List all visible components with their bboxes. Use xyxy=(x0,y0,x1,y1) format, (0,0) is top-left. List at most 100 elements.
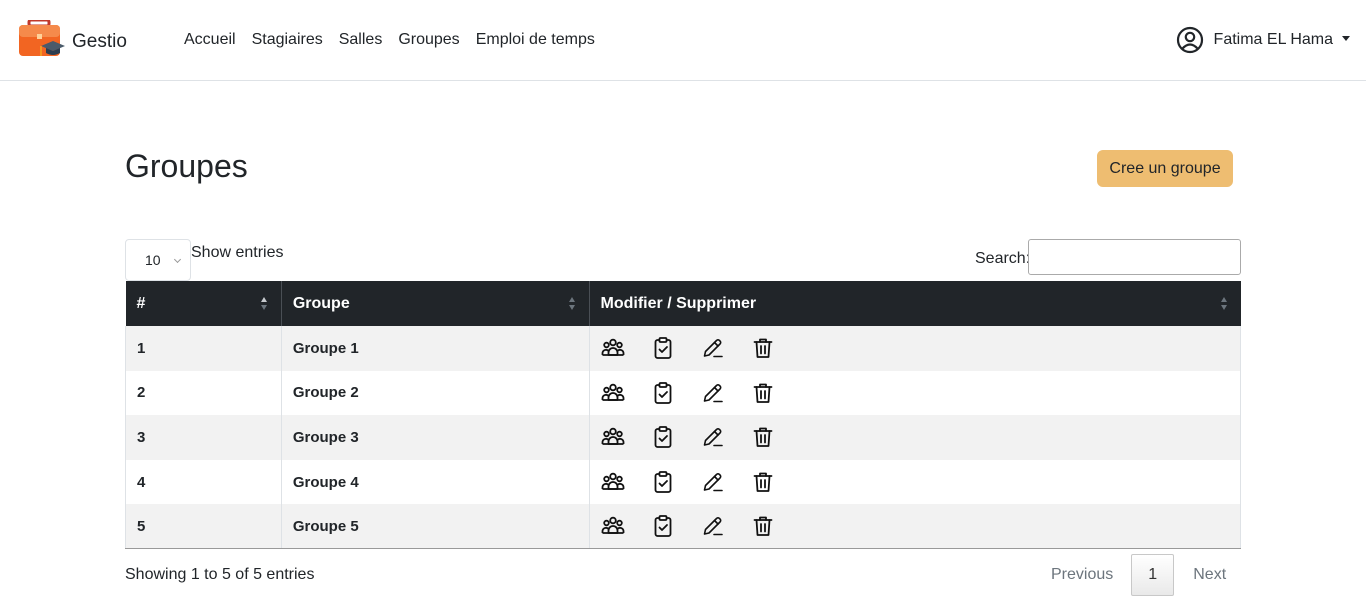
nav-link-salles[interactable]: Salles xyxy=(339,31,383,49)
cell-number: 5 xyxy=(125,504,282,550)
cell-actions xyxy=(589,459,1242,505)
members-button[interactable] xyxy=(601,513,651,539)
table-row: 4 Groupe 4 xyxy=(125,459,1242,505)
entries-length-select[interactable]: 10 xyxy=(125,239,191,281)
cell-actions xyxy=(589,415,1242,460)
user-menu[interactable]: Fatima EL Hama xyxy=(1176,26,1350,54)
trash-icon xyxy=(751,514,775,538)
edit-button[interactable] xyxy=(701,380,751,406)
user-circle-icon xyxy=(1176,26,1204,54)
row-actions xyxy=(601,469,1229,495)
cell-number: 2 xyxy=(125,370,282,416)
people-icon xyxy=(601,336,625,360)
nav-link-accueil[interactable]: Accueil xyxy=(184,31,236,49)
edit-button[interactable] xyxy=(701,469,751,495)
page-1-button[interactable]: 1 xyxy=(1131,554,1175,596)
sort-icon xyxy=(568,297,576,311)
clipboard-check-icon xyxy=(651,470,675,494)
cell-actions xyxy=(589,370,1242,416)
trash-icon xyxy=(751,336,775,360)
nav-link-stagiaires[interactable]: Stagiaires xyxy=(252,31,323,49)
briefcase-graduation-logo-icon xyxy=(19,18,65,64)
row-actions xyxy=(601,424,1229,450)
pencil-icon xyxy=(701,336,725,360)
people-icon xyxy=(601,425,625,449)
user-name: Fatima EL Hama xyxy=(1213,31,1333,48)
page-title: Groupes xyxy=(125,148,248,184)
nav-link-groupes[interactable]: Groupes xyxy=(398,31,459,49)
cell-groupe: Groupe 1 xyxy=(281,326,590,371)
cell-actions xyxy=(589,326,1242,371)
cell-groupe: Groupe 5 xyxy=(281,504,590,550)
members-button[interactable] xyxy=(601,380,651,406)
column-header-groupe[interactable]: Groupe xyxy=(281,281,590,326)
clipboard-check-icon xyxy=(651,514,675,538)
trash-icon xyxy=(751,425,775,449)
pencil-icon xyxy=(701,381,725,405)
show-entries-label: Show entries xyxy=(191,244,284,261)
next-page-button[interactable]: Next xyxy=(1174,554,1226,596)
delete-button[interactable] xyxy=(751,335,801,361)
column-header-label: Modifier / Supprimer xyxy=(600,294,757,312)
column-header-number[interactable]: # xyxy=(125,281,282,326)
cell-groupe: Groupe 3 xyxy=(281,415,590,460)
pagination: Previous 1 Next xyxy=(1036,554,1226,596)
attendance-button[interactable] xyxy=(651,513,701,539)
people-icon xyxy=(601,381,625,405)
clipboard-check-icon xyxy=(651,336,675,360)
attendance-button[interactable] xyxy=(651,380,701,406)
clipboard-check-icon xyxy=(651,381,675,405)
delete-button[interactable] xyxy=(751,513,801,539)
trash-icon xyxy=(751,470,775,494)
table-row: 5 Groupe 5 xyxy=(125,504,1242,550)
pencil-icon xyxy=(701,514,725,538)
members-button[interactable] xyxy=(601,335,651,361)
nav-link-emploi-de-temps[interactable]: Emploi de temps xyxy=(476,31,595,49)
cell-groupe: Groupe 4 xyxy=(281,459,590,505)
sort-icon xyxy=(260,297,268,311)
pencil-icon xyxy=(701,425,725,449)
brand-name: Gestio xyxy=(72,31,127,52)
table-row: 1 Groupe 1 xyxy=(125,326,1242,371)
edit-button[interactable] xyxy=(701,513,751,539)
cell-number: 3 xyxy=(125,415,282,460)
main-nav: Accueil Stagiaires Salles Groupes Emploi… xyxy=(184,31,611,49)
row-actions xyxy=(601,380,1229,406)
navbar: Gestio Accueil Stagiaires Salles Groupes… xyxy=(0,0,1366,81)
delete-button[interactable] xyxy=(751,424,801,450)
members-button[interactable] xyxy=(601,469,651,495)
search-input[interactable] xyxy=(1028,239,1241,275)
row-actions xyxy=(601,513,1229,539)
table-row: 2 Groupe 2 xyxy=(125,370,1242,416)
attendance-button[interactable] xyxy=(651,469,701,495)
sort-icon xyxy=(1220,297,1228,311)
clipboard-check-icon xyxy=(651,425,675,449)
attendance-button[interactable] xyxy=(651,424,701,450)
brand-link[interactable]: Gestio xyxy=(19,18,127,64)
delete-button[interactable] xyxy=(751,469,801,495)
delete-button[interactable] xyxy=(751,380,801,406)
entries-length-value: 10 xyxy=(145,252,161,268)
table-info: Showing 1 to 5 of 5 entries xyxy=(125,566,315,583)
edit-button[interactable] xyxy=(701,335,751,361)
edit-button[interactable] xyxy=(701,424,751,450)
row-actions xyxy=(601,335,1229,361)
cell-number: 1 xyxy=(125,326,282,371)
people-icon xyxy=(601,470,625,494)
column-header-label: # xyxy=(136,294,146,312)
create-group-button[interactable]: Cree un groupe xyxy=(1097,150,1233,187)
caret-down-icon xyxy=(1342,35,1350,41)
column-header-actions[interactable]: Modifier / Supprimer xyxy=(589,281,1241,326)
previous-page-button[interactable]: Previous xyxy=(1036,554,1131,596)
attendance-button[interactable] xyxy=(651,335,701,361)
table-header-row: # Groupe Modifier / Supprimer xyxy=(125,281,1241,326)
trash-icon xyxy=(751,381,775,405)
column-header-label: Groupe xyxy=(292,294,350,312)
search-label: Search: xyxy=(975,250,1031,267)
members-button[interactable] xyxy=(601,424,651,450)
chevron-down-icon xyxy=(173,255,182,264)
groups-table: # Groupe Modifier / Supprimer 1 Groupe 12… xyxy=(125,281,1242,550)
table-row: 3 Groupe 3 xyxy=(125,415,1242,460)
pencil-icon xyxy=(701,470,725,494)
cell-actions xyxy=(589,504,1242,550)
